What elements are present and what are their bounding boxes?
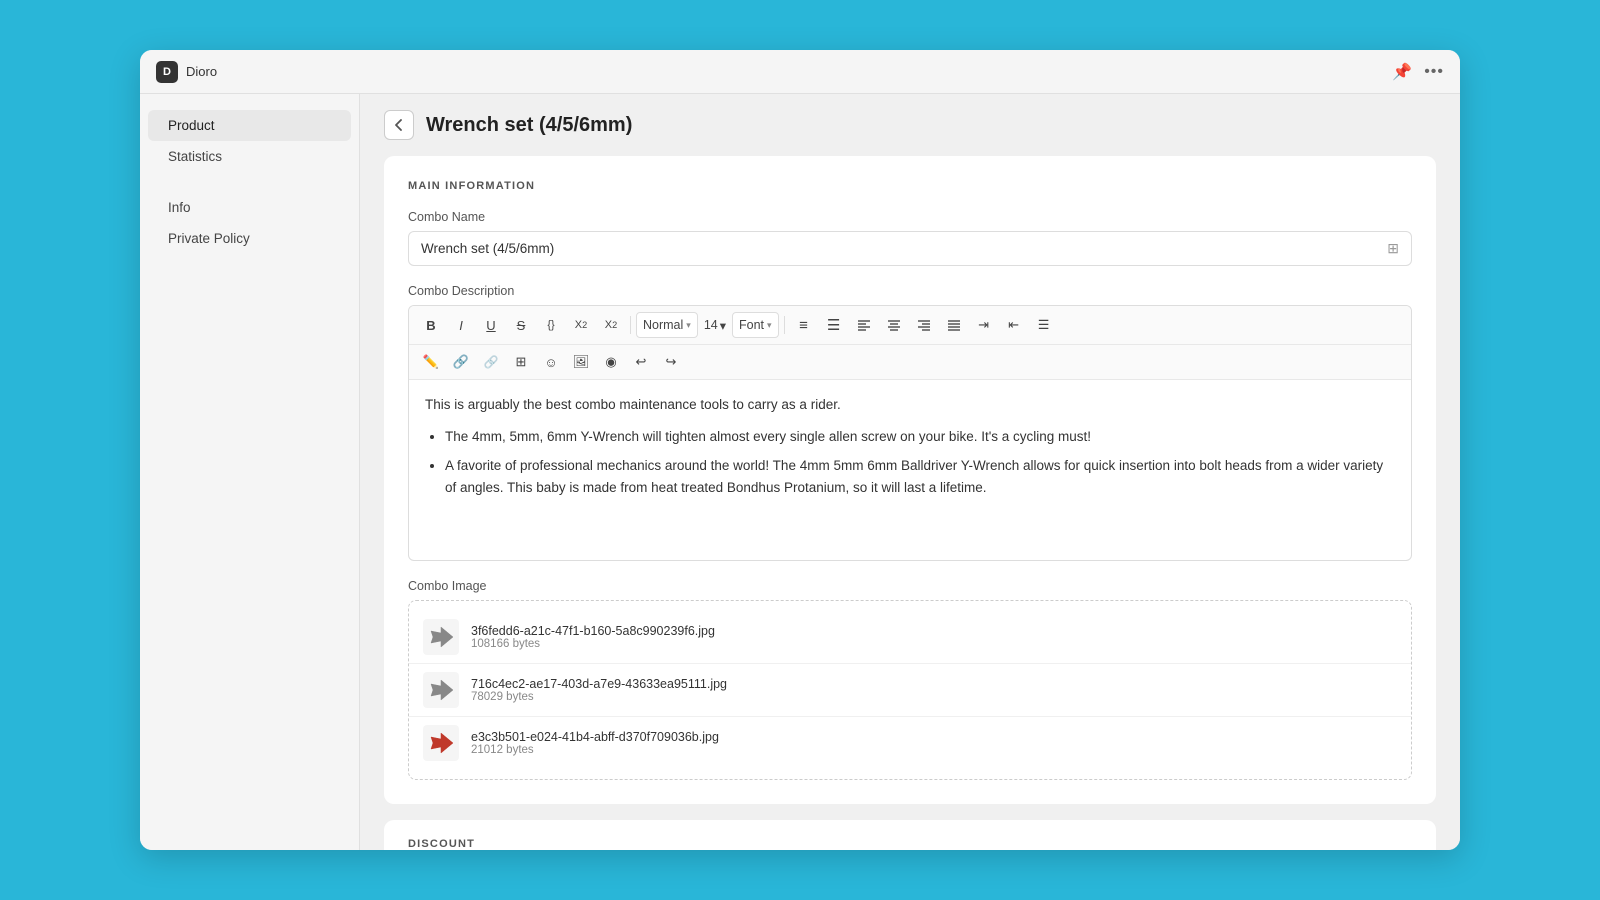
image-thumb-3 — [423, 725, 459, 761]
image-info-1: 3f6fedd6-a21c-47f1-b160-5a8c990239f6.jpg… — [471, 624, 715, 650]
image-plane-icon-2 — [427, 676, 455, 704]
more-format-button[interactable]: ☰ — [1030, 312, 1058, 338]
combo-name-field[interactable]: ⊞ — [408, 231, 1412, 266]
editor-bullets: The 4mm, 5mm, 6mm Y-Wrench will tighten … — [445, 426, 1395, 499]
combo-image-section: Combo Image 3f6fedd6-a21c — [408, 579, 1412, 780]
editor-bullet-1: The 4mm, 5mm, 6mm Y-Wrench will tighten … — [445, 426, 1395, 448]
fontsize-arrow: ▾ — [720, 318, 726, 333]
titlebar: D Dioro 📌 ••• — [140, 50, 1460, 94]
sidebar-item-statistics[interactable]: Statistics — [148, 141, 351, 172]
editor-body[interactable]: This is arguably the best combo maintena… — [409, 380, 1411, 560]
image-item-3: e3c3b501-e024-41b4-abff-d370f709036b.jpg… — [409, 717, 1411, 769]
image-plane-icon-1 — [427, 623, 455, 651]
unordered-list-button[interactable]: ≡ — [790, 312, 818, 338]
style-label: Normal — [643, 318, 683, 332]
toolbar-sep-2 — [784, 316, 785, 334]
image-info-3: e3c3b501-e024-41b4-abff-d370f709036b.jpg… — [471, 730, 719, 756]
discount-card: DISCOUNT — [384, 820, 1436, 850]
editor-toolbar-row2: ✏️ 🔗 🔗 ⊞ ☺ 🖼 ◉ ↩ ↪ — [409, 345, 1411, 380]
fontsize-dropdown[interactable]: 14 ▾ — [700, 316, 730, 335]
sidebar-item-product[interactable]: Product — [148, 110, 351, 141]
superscript-button[interactable]: X2 — [567, 312, 595, 338]
titlebar-actions: 📌 ••• — [1392, 62, 1444, 82]
style-dropdown[interactable]: Normal ▾ — [636, 312, 698, 338]
combo-name-label: Combo Name — [408, 210, 1412, 224]
editor-intro-text: This is arguably the best combo maintena… — [425, 394, 1395, 416]
align-center-button[interactable] — [880, 312, 908, 338]
image-item-2: 716c4ec2-ae17-403d-a7e9-43633ea95111.jpg… — [409, 664, 1411, 717]
link-icon[interactable]: 🔗 — [447, 349, 475, 375]
bold-button[interactable]: B — [417, 312, 445, 338]
font-dropdown[interactable]: Font ▾ — [732, 312, 779, 338]
unlink-icon[interactable]: 🔗 — [477, 349, 505, 375]
combo-name-input[interactable] — [421, 241, 1387, 256]
editor-container: B I U S {} X2 X2 Normal ▾ — [408, 305, 1412, 561]
redo-icon[interactable]: ↪ — [657, 349, 685, 375]
app-name: Dioro — [186, 64, 217, 79]
content-area[interactable]: MAIN INFORMATION Combo Name ⊞ Combo Desc… — [360, 156, 1460, 850]
toolbar-sep-1 — [630, 316, 631, 334]
font-arrow: ▾ — [767, 320, 772, 331]
image-thumb-1 — [423, 619, 459, 655]
align-left-button[interactable] — [850, 312, 878, 338]
underline-button[interactable]: U — [477, 312, 505, 338]
image-icon[interactable]: 🖼 — [567, 349, 595, 375]
image-plane-icon-3 — [427, 729, 455, 757]
pin-icon[interactable]: 📌 — [1392, 62, 1412, 82]
back-button[interactable] — [384, 110, 414, 140]
image-item-1: 3f6fedd6-a21c-47f1-b160-5a8c990239f6.jpg… — [409, 611, 1411, 664]
code-button[interactable]: {} — [537, 312, 565, 338]
ordered-list-button[interactable]: ☰ — [820, 312, 848, 338]
image-size-1: 108166 bytes — [471, 638, 715, 650]
main-info-card: MAIN INFORMATION Combo Name ⊞ Combo Desc… — [384, 156, 1436, 804]
image-size-2: 78029 bytes — [471, 691, 727, 703]
copy-icon: ⊞ — [1387, 240, 1399, 257]
strikethrough-button[interactable]: S — [507, 312, 535, 338]
outdent-button[interactable]: ⇤ — [1000, 312, 1028, 338]
editor-toolbar-row1: B I U S {} X2 X2 Normal ▾ — [409, 306, 1411, 345]
page-header: Wrench set (4/5/6mm) — [360, 94, 1460, 156]
discount-section-title: DISCOUNT — [408, 838, 1412, 850]
app-logo: D — [156, 61, 178, 83]
highlight-icon[interactable]: ◉ — [597, 349, 625, 375]
image-filename-3: e3c3b501-e024-41b4-abff-d370f709036b.jpg — [471, 730, 719, 744]
image-size-3: 21012 bytes — [471, 744, 719, 756]
italic-button[interactable]: I — [447, 312, 475, 338]
style-arrow: ▾ — [686, 320, 691, 331]
image-thumb-2 — [423, 672, 459, 708]
image-dropzone[interactable]: 3f6fedd6-a21c-47f1-b160-5a8c990239f6.jpg… — [408, 600, 1412, 780]
sidebar-item-private-policy[interactable]: Private Policy — [148, 223, 351, 254]
app-body: Product Statistics Info Private Policy — [140, 94, 1460, 850]
main-content: Wrench set (4/5/6mm) MAIN INFORMATION Co… — [360, 94, 1460, 850]
align-justify-button[interactable] — [940, 312, 968, 338]
subscript-button[interactable]: X2 — [597, 312, 625, 338]
combo-image-label: Combo Image — [408, 579, 1412, 593]
more-options-icon[interactable]: ••• — [1424, 63, 1444, 81]
back-arrow-icon — [392, 118, 406, 132]
image-filename-2: 716c4ec2-ae17-403d-a7e9-43633ea95111.jpg — [471, 677, 727, 691]
page-title: Wrench set (4/5/6mm) — [426, 114, 632, 137]
sidebar-item-info[interactable]: Info — [148, 192, 351, 223]
image-info-2: 716c4ec2-ae17-403d-a7e9-43633ea95111.jpg… — [471, 677, 727, 703]
fontsize-label: 14 — [704, 318, 718, 332]
app-window: D Dioro 📌 ••• Product Statistics Info — [140, 50, 1460, 850]
main-info-section-title: MAIN INFORMATION — [408, 180, 1412, 192]
undo-icon[interactable]: ↩ — [627, 349, 655, 375]
align-right-button[interactable] — [910, 312, 938, 338]
sidebar: Product Statistics Info Private Policy — [140, 94, 360, 850]
combo-desc-label: Combo Description — [408, 284, 1412, 298]
emoji-icon[interactable]: ☺ — [537, 349, 565, 375]
indent-button[interactable]: ⇥ — [970, 312, 998, 338]
sidebar-section-main: Product Statistics — [140, 110, 359, 172]
pen-icon[interactable]: ✏️ — [417, 349, 445, 375]
table-icon[interactable]: ⊞ — [507, 349, 535, 375]
image-filename-1: 3f6fedd6-a21c-47f1-b160-5a8c990239f6.jpg — [471, 624, 715, 638]
font-label: Font — [739, 318, 764, 332]
editor-bullet-2: A favorite of professional mechanics aro… — [445, 455, 1395, 498]
sidebar-section-other: Info Private Policy — [140, 192, 359, 254]
